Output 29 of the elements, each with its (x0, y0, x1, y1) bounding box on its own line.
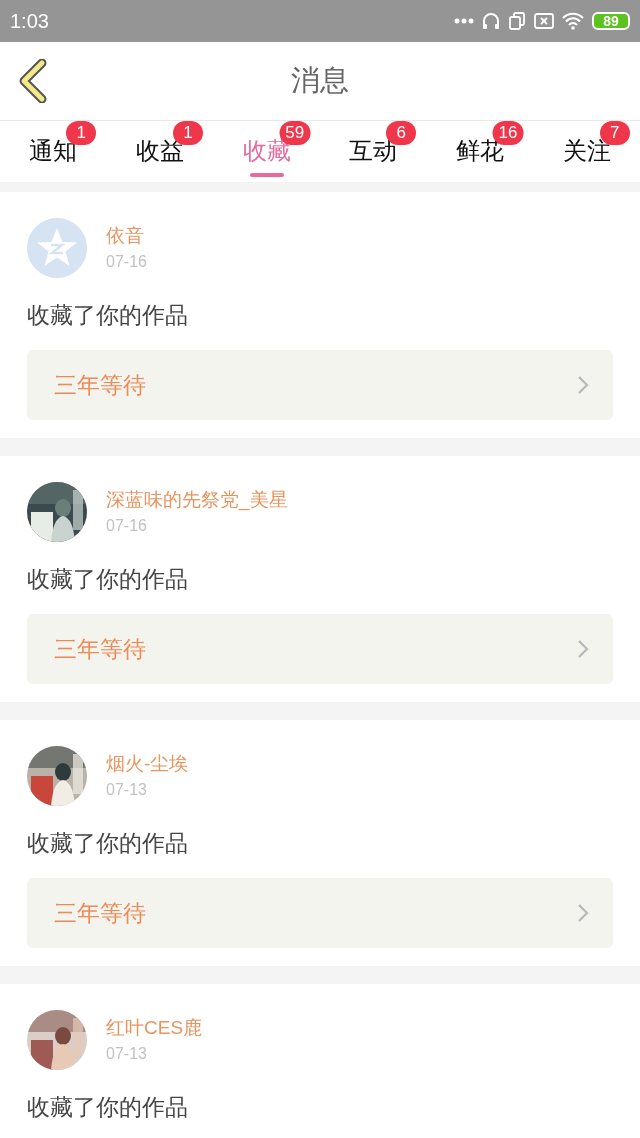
wifi-icon (562, 12, 584, 30)
tab[interactable]: 互动 6 (320, 121, 427, 182)
message-text: 收藏了你的作品 (27, 1093, 189, 1122)
message-text: 收藏了你的作品 (27, 565, 189, 594)
work-link[interactable]: 三年等待 (27, 614, 613, 684)
message-date: 07-16 (106, 253, 147, 271)
default-avatar-icon (27, 218, 87, 278)
user-name[interactable]: 深蓝味的先祭党_美星 (106, 489, 288, 511)
user-name[interactable]: 红叶CES鹿 (106, 1017, 203, 1039)
more-dots-icon (454, 18, 474, 24)
user-name[interactable]: 烟火-尘埃 (106, 753, 189, 775)
chevron-right-icon (577, 375, 589, 395)
status-time: 1:03 (10, 9, 49, 34)
message-text: 收藏了你的作品 (27, 301, 189, 330)
chevron-right-icon (577, 639, 589, 659)
message-text: 收藏了你的作品 (27, 829, 189, 858)
work-link[interactable]: 三年等待 (27, 350, 613, 420)
tab[interactable]: 通知 1 (0, 121, 107, 182)
headphones-icon (482, 12, 500, 30)
work-link[interactable]: 三年等待 (27, 878, 613, 948)
sim-cards-icon (508, 12, 526, 30)
battery-level-text: 89 (603, 14, 619, 28)
chevron-right-icon (577, 903, 589, 923)
no-sim-icon (534, 13, 554, 29)
message-date: 07-16 (106, 517, 148, 535)
message-date: 07-13 (106, 781, 148, 799)
page-title: 消息 (291, 63, 349, 99)
message-date: 07-13 (106, 1045, 148, 1063)
user-name[interactable]: 依音 (106, 225, 147, 247)
